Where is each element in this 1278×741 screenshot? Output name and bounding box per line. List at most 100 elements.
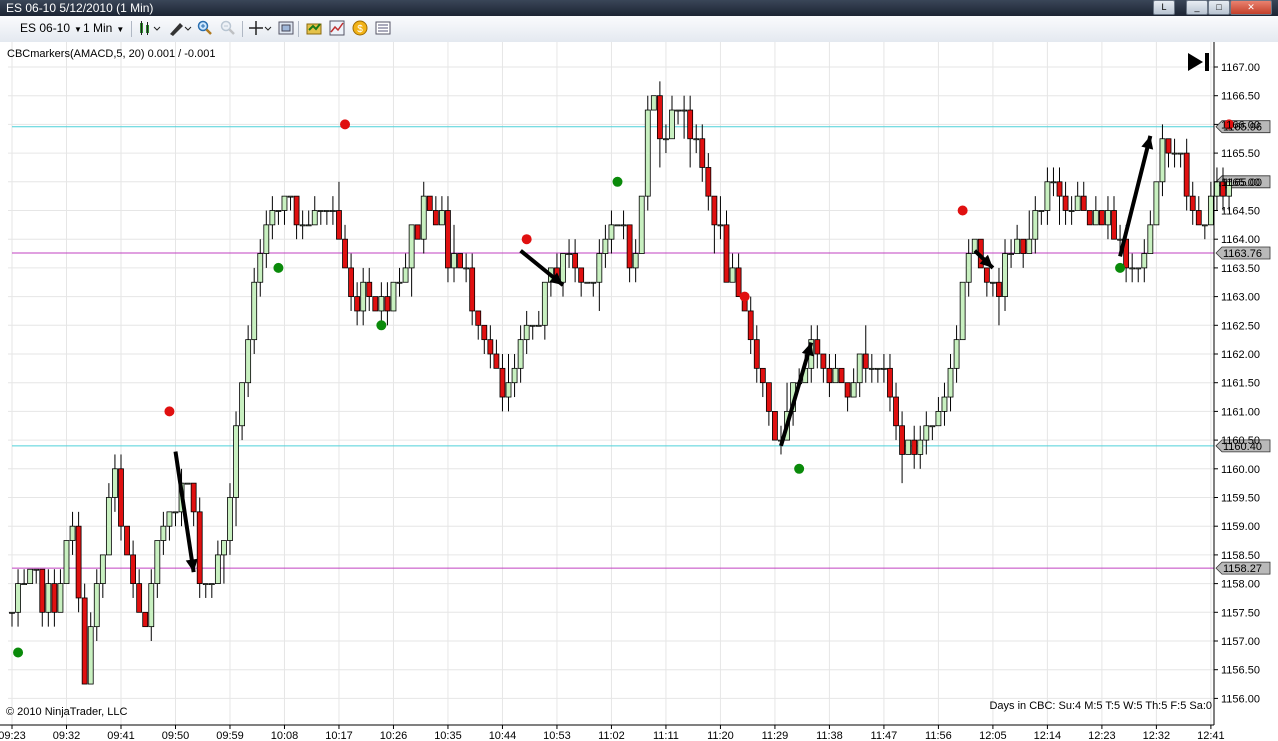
candle-body [717,224,724,227]
interval-dropdown[interactable]: 1 Min ▼ [83,20,124,36]
time-tick-label: 12:05 [979,730,1007,741]
price-tick-label: 1163.50 [1221,263,1260,275]
time-tick-label: 09:32 [53,730,81,741]
candle-body [330,210,336,212]
candle-body [445,210,451,269]
zoom-out-icon[interactable] [219,20,237,38]
price-tick-label: 1162.00 [1221,349,1260,361]
candle-body [305,224,312,227]
candle-body [1099,210,1105,226]
candle-body [541,281,548,326]
signal-dot-green [13,647,24,658]
candle-body [505,382,512,398]
price-tick-label: 1164.00 [1221,234,1260,246]
candle-body [959,281,966,341]
candle-body [1147,224,1154,254]
time-tick-label: 10:26 [380,730,408,741]
candle-body [166,511,173,527]
candle-body [632,253,639,269]
candle-body [118,468,124,527]
price-tick-label: 1157.00 [1221,636,1260,648]
candle-body [862,353,869,369]
price-tick-label: 1159.50 [1221,493,1260,505]
candle-body [420,195,427,240]
candle-body [990,281,996,284]
toolbar-divider [131,21,132,37]
candle-body [832,367,839,384]
instrument-dropdown[interactable]: ES 06-10 ▼ [20,20,82,36]
price-chart[interactable]: 1165.961163.761160.401158.271165.00 1167… [0,42,1278,741]
candle-body [390,281,397,312]
candle-body [414,224,421,240]
order-icon[interactable]: $ [351,20,369,38]
candle-body [856,353,863,384]
candle-body [33,568,40,571]
candle-body [202,583,209,585]
time-tick-label: 12:23 [1088,730,1116,741]
link-button[interactable]: L [1153,0,1175,15]
candle-body [142,611,149,628]
copyright-label: © 2010 NinjaTrader, LLC [6,706,127,718]
window-title: ES 06-10 5/12/2010 (1 Min) [6,1,154,15]
price-tick-label: 1166.00 [1221,119,1260,131]
candle-body [1014,238,1021,254]
maximize-button[interactable]: □ [1208,0,1230,15]
price-tick-label: 1156.50 [1221,665,1260,677]
chevron-down-icon: ▼ [74,25,82,34]
time-tick-label: 12:41 [1197,730,1225,741]
candle-body [614,224,621,227]
indicator-icon[interactable] [328,20,346,38]
candle-body [881,367,887,370]
svg-text:$: $ [357,24,363,35]
toolbar-divider [298,21,299,37]
candle-body [51,583,58,613]
candle-body [868,367,875,370]
candle-body [15,583,21,613]
candle-body [723,224,730,283]
candle-body [911,439,918,455]
crosshair-icon[interactable] [247,20,273,38]
strategy-icon[interactable] [305,20,323,38]
close-button[interactable]: ✕ [1230,0,1272,15]
candle-body [245,339,252,384]
candle-body [190,482,197,513]
candle-body [499,367,506,398]
properties-icon[interactable] [374,20,392,38]
level-price-label: 1163.76 [1223,248,1262,260]
candle-body [675,109,681,112]
candle-body [1117,238,1123,241]
price-tick-label: 1160.00 [1221,464,1260,476]
days-in-cbc-label: Days in CBC: Su:4 M:5 T:5 W:5 Th:5 F:5 S… [989,700,1212,712]
candle-body [136,583,143,613]
price-tick-label: 1158.00 [1221,579,1260,591]
time-tick-label: 11:02 [598,730,625,741]
candle-body [753,339,760,369]
candle-body [1111,210,1117,240]
candle-body [844,382,851,398]
data-box-icon[interactable] [277,20,295,38]
candle-body [81,597,88,685]
candle-body [996,281,1002,297]
candle-body [9,611,15,614]
candle-body [590,281,597,284]
pencil-icon[interactable] [167,20,193,38]
chart-toolbar: ES 06-10 ▼ 1 Min ▼ $ [0,16,1278,43]
price-tick-label: 1165.00 [1221,177,1260,189]
candle-body [348,267,354,297]
candle-body [208,583,215,585]
price-tick-label: 1157.50 [1221,607,1260,619]
candle-body [747,310,754,341]
price-tick-label: 1160.50 [1221,435,1260,447]
candle-body [941,396,948,412]
candle-body [287,195,294,198]
candle-body [1153,181,1160,226]
candle-body [239,382,245,427]
candle-body [650,95,657,111]
zoom-in-icon[interactable] [196,20,214,38]
candle-body [87,626,94,685]
candle-body [759,367,766,384]
minimize-button[interactable]: _ [1186,0,1208,15]
candlestick-icon[interactable] [137,20,163,38]
candle-body [602,238,609,254]
candle-body [669,109,675,140]
